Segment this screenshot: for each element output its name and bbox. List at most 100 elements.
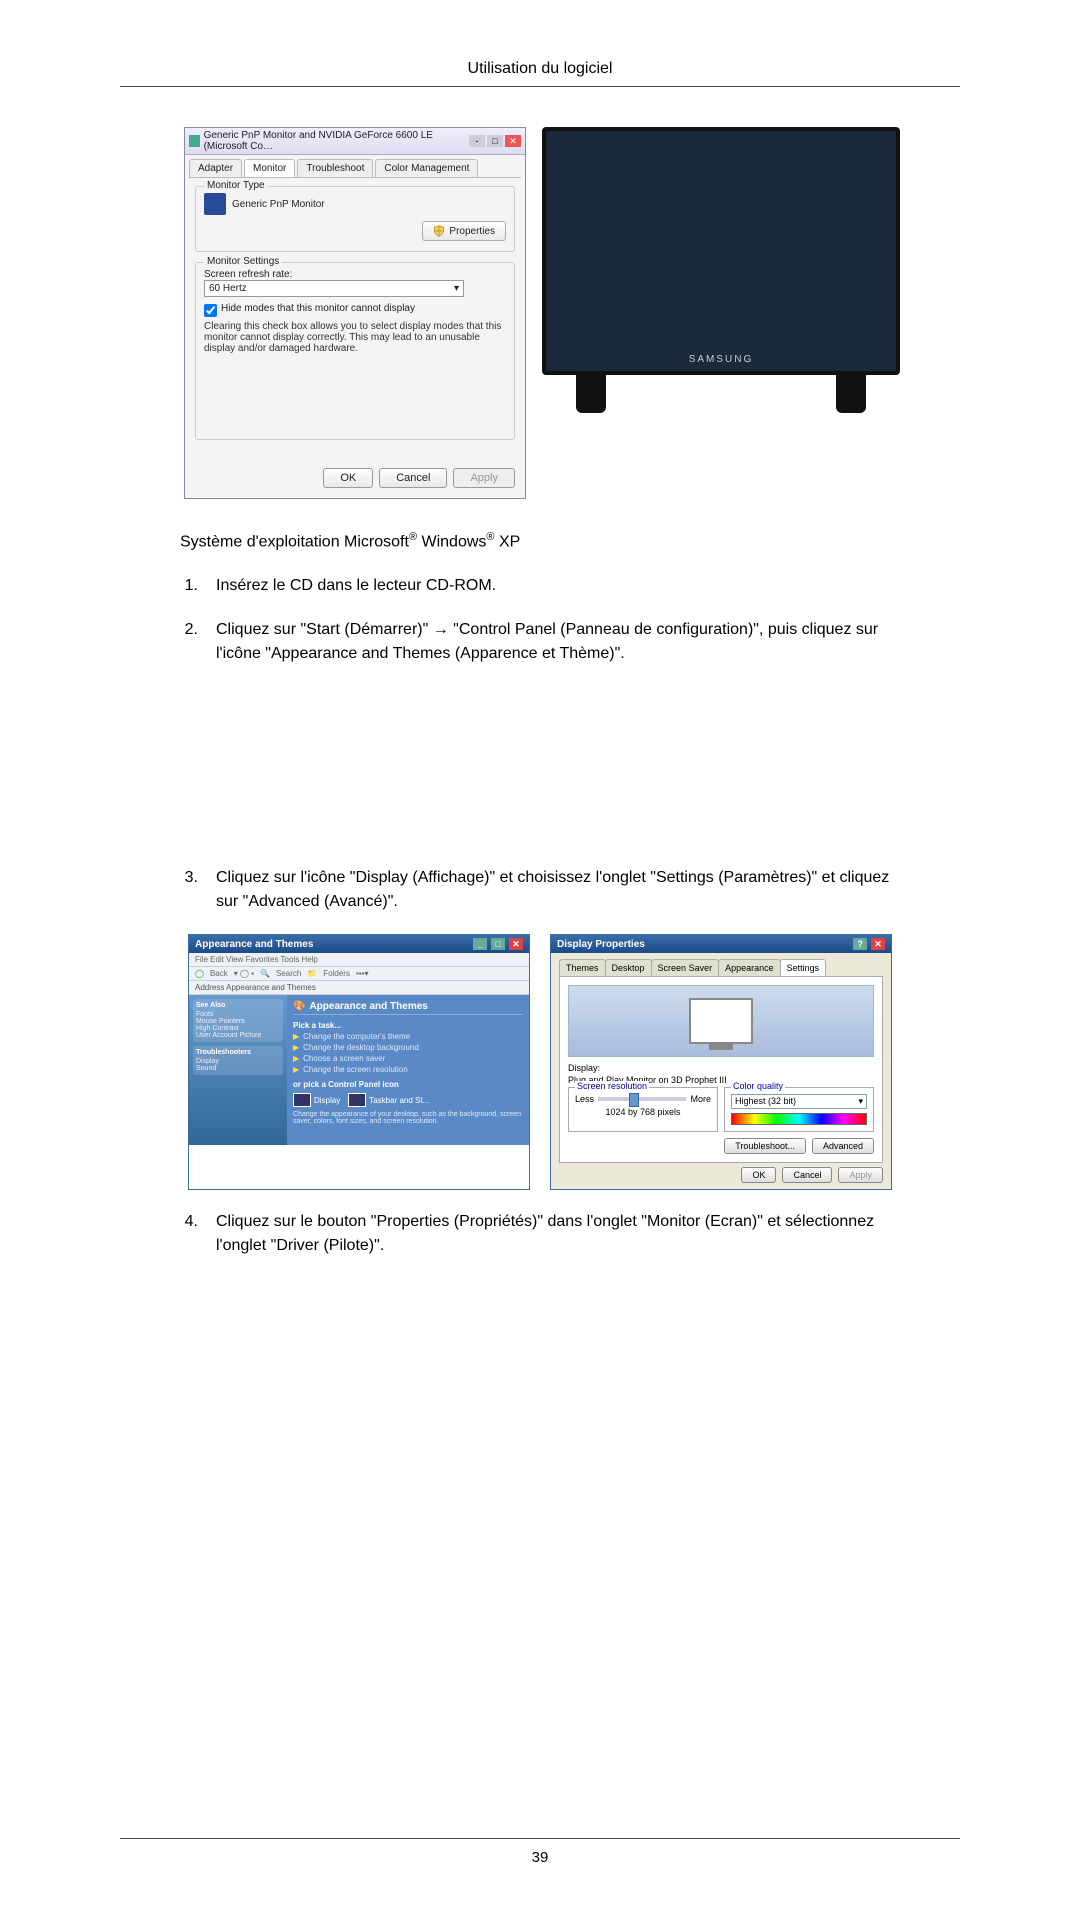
close-icon[interactable]: ✕ [505,135,521,147]
dp-advanced-button[interactable]: Advanced [812,1138,874,1154]
dp-mini-monitor-icon [689,998,753,1044]
refresh-rate-select[interactable]: 60 Hertz ▾ [204,280,464,297]
xp2-title-text: Display Properties [557,939,645,950]
xp1-main: 🎨Appearance and Themes Pick a task... ▶C… [287,995,529,1145]
xp1-min-icon[interactable]: _ [473,938,487,950]
dp-color-group: Color quality Highest (32 bit) ▾ [724,1087,874,1132]
taskbar-icon-item[interactable]: Taskbar and St... [348,1093,429,1107]
search-label: Search [276,969,301,978]
tab-monitor[interactable]: Monitor [244,159,295,177]
dp-preview [568,985,874,1057]
xp1-small-note: Change the appearance of your desktop, s… [293,1111,523,1125]
xp1-side-block1: See Also Fonts Mouse Pointers High Contr… [193,999,283,1042]
ok-button[interactable]: OK [323,468,373,488]
slider-thumb[interactable] [629,1093,639,1107]
window-buttons: ‐ □ ✕ [469,135,521,147]
xp1-side-item[interactable]: Sound [196,1065,280,1072]
xp1-side-title1: See Also [196,1002,280,1009]
page-header: Utilisation du logiciel [120,60,960,86]
xp1-side-item[interactable]: Fonts [196,1011,280,1018]
dp-tab-appearance[interactable]: Appearance [718,959,781,976]
palette-icon: 🎨 [293,1001,305,1012]
dialog-tabs: Adapter Monitor Troubleshoot Color Manag… [189,159,521,178]
folders-icon[interactable]: 📁 [307,969,317,978]
slider-track [598,1097,686,1101]
taskbar-icon [348,1093,366,1107]
figure-row-1: Generic PnP Monitor and NVIDIA GeForce 6… [180,127,900,499]
display-icon-item[interactable]: Display [293,1093,340,1107]
monitor-icon [204,193,226,215]
dp-apply-button[interactable]: Apply [838,1167,883,1183]
cancel-button[interactable]: Cancel [379,468,447,488]
monitor-settings-group: Monitor Settings Screen refresh rate: 60… [195,262,515,440]
task-item[interactable]: ▶Change the screen resolution [293,1065,523,1074]
xp2-help-icon[interactable]: ? [853,938,867,950]
task-item[interactable]: ▶Change the computer's theme [293,1032,523,1041]
properties-button[interactable]: Properties [422,221,506,241]
dp-res-slider[interactable]: Less More [575,1094,711,1104]
shield-icon [433,225,445,237]
colorbar [731,1113,867,1125]
xp1-side-item[interactable]: High Contrast [196,1025,280,1032]
os-text-1: Système d'exploitation Microsoft [180,533,409,550]
monitor-foot-left [576,373,606,413]
os-line: Système d'exploitation Microsoft® Window… [180,529,900,554]
monitor-type-group: Monitor Type Generic PnP Monitor Propert… [195,186,515,252]
hide-modes-input[interactable] [204,304,217,317]
bottom-rule [120,1838,960,1839]
maximize-icon[interactable]: □ [487,135,503,147]
os-text-3: XP [495,533,521,550]
dp-tab-settings[interactable]: Settings [780,959,827,976]
task-item[interactable]: ▶Choose a screen saver [293,1054,523,1063]
xp1-close-icon[interactable]: ✕ [509,938,523,950]
xp1-side-item[interactable]: User Account Picture [196,1032,280,1039]
monitor-screen: SAMSUNG [542,127,900,375]
xp2-close-icon[interactable]: ✕ [871,938,885,950]
xp1-side-item[interactable]: Mouse Pointers [196,1018,280,1025]
step-2: 2. Cliquez sur "Start (Démarrer)" → "Con… [180,618,900,666]
xp1-sidebar: See Also Fonts Mouse Pointers High Contr… [189,995,287,1145]
monitor-settings-legend: Monitor Settings [204,256,282,267]
os-text-2: Windows [417,533,486,550]
tab-troubleshoot[interactable]: Troubleshoot [297,159,373,177]
xp1-side-block2: Troubleshooters Display Sound [193,1046,283,1075]
dp-tab-screensaver[interactable]: Screen Saver [651,959,720,976]
tab-adapter[interactable]: Adapter [189,159,242,177]
dp-less-label: Less [575,1094,594,1104]
appearance-themes-window: Appearance and Themes _ □ ✕ File Edit Vi… [188,934,530,1190]
monitor-name-text: Generic PnP Monitor [232,199,325,210]
task-item[interactable]: ▶Change the desktop background [293,1043,523,1052]
monitor-properties-dialog: Generic PnP Monitor and NVIDIA GeForce 6… [184,127,526,499]
dp-cancel-button[interactable]: Cancel [782,1167,832,1183]
display-icon [293,1093,311,1107]
dp-tabs: Themes Desktop Screen Saver Appearance S… [559,959,883,977]
xp1-max-icon[interactable]: □ [491,938,505,950]
back-icon[interactable]: ◯ [195,969,204,978]
step-2-num: 2. [180,618,198,666]
dp-more-label: More [690,1094,711,1104]
reg-1: ® [409,531,417,543]
xp1-title-text: Appearance and Themes [195,939,313,950]
search-icon[interactable]: 🔍 [260,969,270,978]
apply-button[interactable]: Apply [453,468,515,488]
dp-resolution-group: Screen resolution Less More 1024 by 768 … [568,1087,718,1132]
dp-tab-themes[interactable]: Themes [559,959,606,976]
dp-troubleshoot-button[interactable]: Troubleshoot... [724,1138,806,1154]
dp-cq-select[interactable]: Highest (32 bit) ▾ [731,1094,867,1109]
step-3-num: 3. [180,866,198,914]
minimize-icon[interactable]: ‐ [469,135,485,147]
xp1-side-item[interactable]: Display [196,1058,280,1065]
step-3: 3. Cliquez sur l'icône "Display (Afficha… [180,866,900,914]
dp-res-value: 1024 by 768 pixels [575,1107,711,1117]
dp-ok-button[interactable]: OK [741,1167,776,1183]
monitor-foot-right [836,373,866,413]
hide-modes-checkbox[interactable]: Hide modes that this monitor cannot disp… [204,303,506,317]
tab-color-management[interactable]: Color Management [375,159,478,177]
xp1-addressbar[interactable]: Address Appearance and Themes [189,981,529,995]
top-rule [120,86,960,87]
step-2-text: Cliquez sur "Start (Démarrer)" → "Contro… [216,618,900,666]
dp-tab-desktop[interactable]: Desktop [605,959,652,976]
reg-2: ® [486,531,494,543]
folders-label: Folders [323,969,350,978]
figure-row-2: Appearance and Themes _ □ ✕ File Edit Vi… [180,934,900,1190]
